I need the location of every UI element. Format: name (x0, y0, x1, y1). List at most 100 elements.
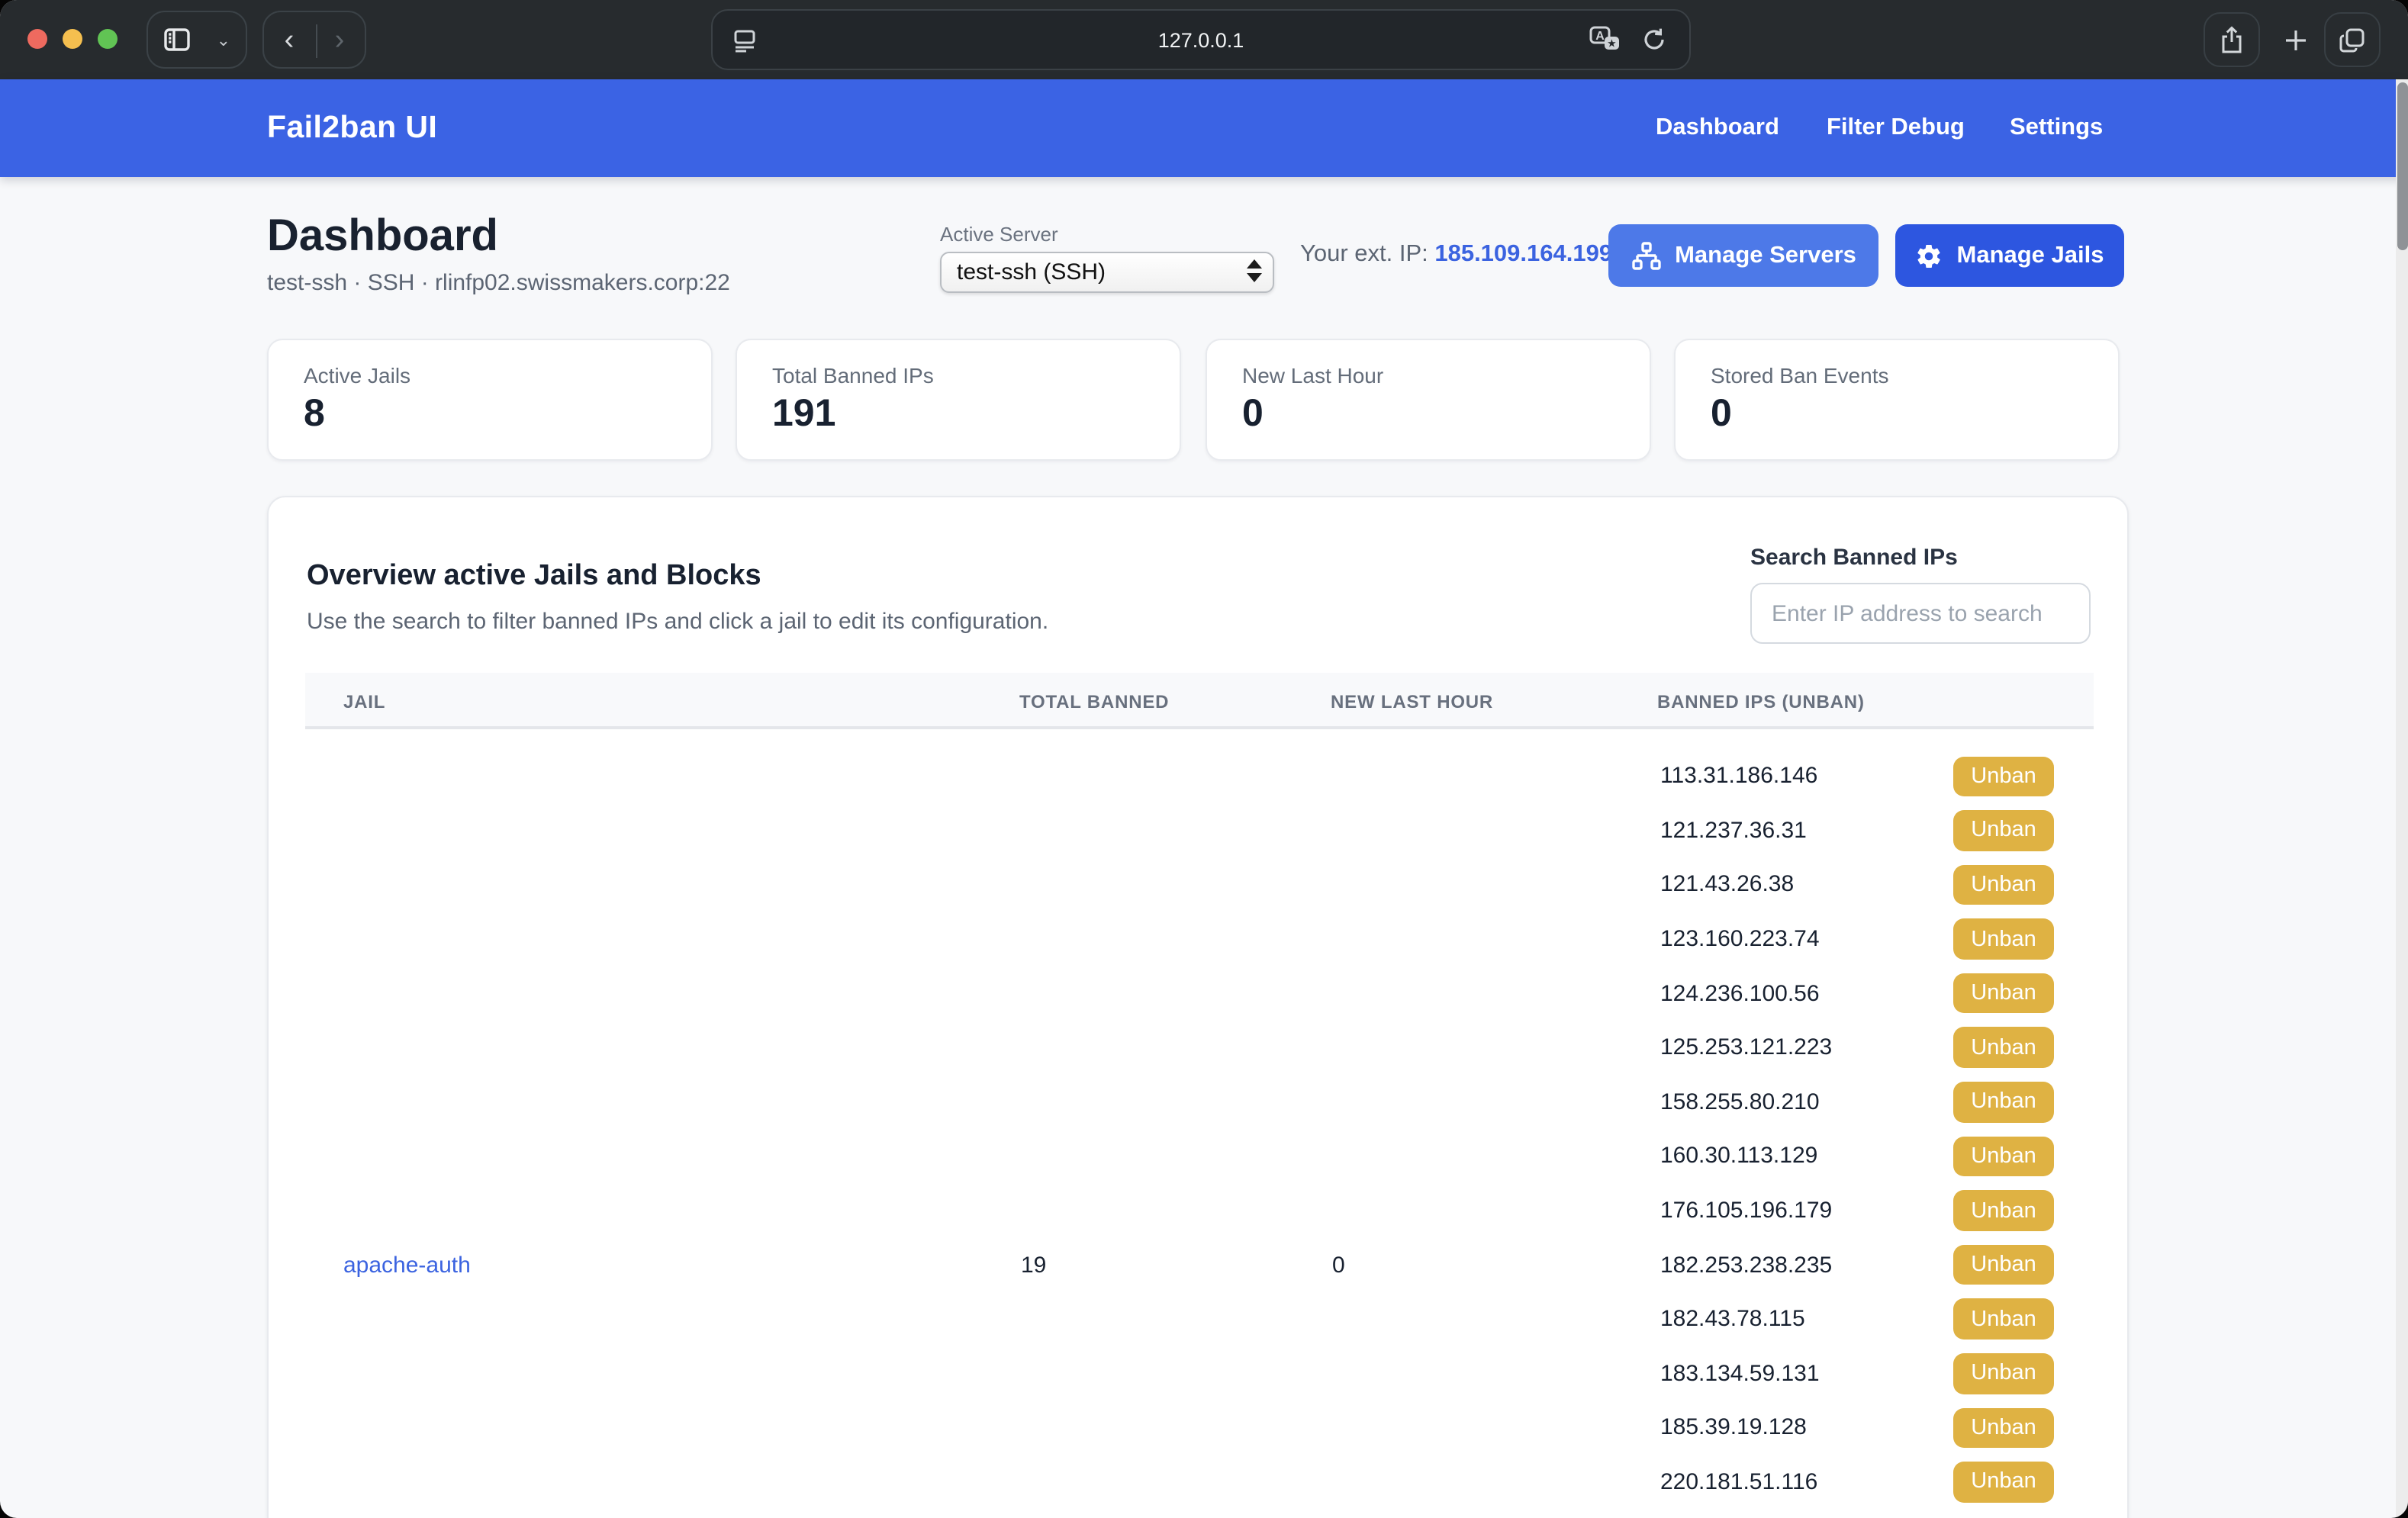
forward-button[interactable]: › (314, 25, 365, 54)
stat-card-total-banned: Total Banned IPs 191 (736, 339, 1181, 461)
tab-overview-button[interactable] (2324, 12, 2381, 67)
svg-text:★: ★ (1607, 37, 1617, 50)
unban-button[interactable]: Unban (1953, 1245, 2054, 1285)
banned-ip-row: 123.160.223.74 Unban (1660, 912, 2094, 966)
nav-link-dashboard[interactable]: Dashboard (1656, 79, 1779, 177)
unban-button[interactable]: Unban (1953, 756, 2054, 796)
search-banned-ips-input[interactable] (1750, 583, 2091, 644)
banned-ip-address: 160.30.113.129 (1660, 1143, 1817, 1169)
banned-ip-address: 182.43.78.115 (1660, 1306, 1805, 1332)
external-ip: Your ext. IP: 185.109.164.199 (1300, 241, 1612, 269)
banned-ip-row: 121.43.26.38 Unban (1660, 857, 2094, 912)
banned-ip-address: 125.253.121.223 (1660, 1035, 1832, 1061)
stat-value: 191 (772, 392, 835, 436)
column-header-new-last-hour: New Last Hour (1331, 673, 1493, 729)
banned-ip-address: 121.237.36.31 (1660, 818, 1807, 844)
share-button[interactable] (2204, 12, 2260, 67)
banned-ip-row: 182.253.238.235 Unban (1660, 1238, 2094, 1292)
translate-icon[interactable]: A ★ (1589, 24, 1622, 55)
table-row: apache-auth 19 0 113.31.186.146 Unban 12… (305, 729, 2094, 1518)
page-scrollbar-track[interactable] (2396, 79, 2408, 1518)
banned-ip-row: 176.105.196.179 Unban (1660, 1184, 2094, 1238)
stat-value: 8 (304, 392, 325, 436)
stat-card-new-last-hour: New Last Hour 0 (1206, 339, 1651, 461)
svg-text:A: A (1595, 30, 1605, 43)
column-header-banned-ips: Banned IPs (Unban) (1657, 673, 1865, 729)
jail-table-header: Jail Total Banned New Last Hour Banned I… (305, 673, 2094, 729)
zoom-window-button[interactable] (98, 29, 118, 49)
jail-new-last-hour: 0 (1332, 1253, 1345, 1278)
stat-label: Active Jails (304, 363, 410, 388)
sidebar-toggle-button[interactable]: ⌄ (146, 11, 247, 69)
unban-button[interactable]: Unban (1953, 1082, 2054, 1122)
select-stepper-icon (1247, 259, 1262, 282)
banned-ip-address: 123.160.223.74 (1660, 926, 1820, 952)
unban-button[interactable]: Unban (1953, 810, 2054, 851)
unban-button[interactable]: Unban (1953, 1028, 2054, 1068)
banned-ip-row: 185.39.19.128 Unban (1660, 1401, 2094, 1455)
unban-button[interactable]: Unban (1953, 1353, 2054, 1394)
back-button[interactable]: ‹ (264, 25, 314, 54)
gear-icon (1916, 242, 1943, 269)
url-text: 127.0.0.1 (713, 11, 1689, 69)
unban-button[interactable]: Unban (1953, 919, 2054, 960)
app-brand[interactable]: Fail2ban UI (267, 79, 437, 177)
reload-icon[interactable] (1640, 26, 1668, 53)
banned-ip-address: 158.255.80.210 (1660, 1089, 1820, 1115)
stat-value: 0 (1711, 392, 1732, 436)
stat-label: New Last Hour (1242, 363, 1383, 388)
stat-card-active-jails: Active Jails 8 (267, 339, 713, 461)
jail-total-banned: 19 (1021, 1253, 1046, 1278)
page-scrollbar-thumb[interactable] (2397, 82, 2407, 250)
banned-ip-address: 182.253.238.235 (1660, 1252, 1832, 1278)
sitemap-icon (1631, 240, 1661, 271)
active-server-value: test-ssh (SSH) (957, 259, 1106, 285)
external-ip-value[interactable]: 185.109.164.199 (1434, 241, 1612, 267)
manage-servers-label: Manage Servers (1675, 242, 1856, 269)
banned-ip-address: 124.236.100.56 (1660, 980, 1820, 1006)
unban-button[interactable]: Unban (1953, 864, 2054, 905)
stat-label: Total Banned IPs (772, 363, 934, 388)
unban-button[interactable]: Unban (1953, 1407, 2054, 1448)
forward-icon: › (335, 25, 345, 54)
stat-card-stored-ban-events: Stored Ban Events 0 (1674, 339, 2120, 461)
address-bar[interactable]: 127.0.0.1 A ★ (711, 9, 1691, 70)
unban-button[interactable]: Unban (1953, 973, 2054, 1014)
search-banned-ips-label: Search Banned IPs (1750, 545, 1958, 571)
banned-ip-list: 113.31.186.146 Unban 121.237.36.31 Unban… (1660, 749, 2094, 1510)
banned-ip-row: 220.181.51.116 Unban (1660, 1455, 2094, 1509)
banned-ip-address: 113.31.186.146 (1660, 764, 1817, 790)
browser-chrome: ⌄ ‹ › 127.0.0.1 A ★ (0, 0, 2408, 79)
banned-ip-row: 113.31.186.146 Unban (1660, 749, 2094, 803)
chevron-down-icon: ⌄ (217, 30, 230, 50)
banned-ip-row: 182.43.78.115 Unban (1660, 1292, 2094, 1346)
banned-ip-address: 176.105.196.179 (1660, 1198, 1832, 1224)
nav-link-settings[interactable]: Settings (2010, 79, 2103, 177)
stat-value: 0 (1242, 392, 1264, 436)
column-header-total-banned: Total Banned (1019, 673, 1169, 729)
unban-button[interactable]: Unban (1953, 1136, 2054, 1176)
manage-jails-label: Manage Jails (1957, 242, 2104, 269)
banned-ip-address: 185.39.19.128 (1660, 1415, 1807, 1441)
manage-jails-button[interactable]: Manage Jails (1895, 224, 2124, 287)
page-subtitle: test-ssh · SSH · rlinfp02.swissmakers.co… (267, 270, 730, 296)
new-tab-button[interactable] (2268, 12, 2324, 67)
external-ip-label: Your ext. IP: (1300, 241, 1434, 267)
unban-button[interactable]: Unban (1953, 1191, 2054, 1231)
unban-button[interactable]: Unban (1953, 1462, 2054, 1502)
app-navbar: Fail2ban UI Dashboard Filter Debug Setti… (0, 79, 2408, 177)
minimize-window-button[interactable] (63, 29, 82, 49)
close-window-button[interactable] (27, 29, 47, 49)
banned-ip-row: 160.30.113.129 Unban (1660, 1129, 2094, 1183)
banned-ip-row: 158.255.80.210 Unban (1660, 1075, 2094, 1129)
nav-link-filter-debug[interactable]: Filter Debug (1827, 79, 1965, 177)
overview-card: Overview active Jails and Blocks Use the… (267, 496, 2129, 1518)
manage-servers-button[interactable]: Manage Servers (1608, 224, 1878, 287)
column-header-jail: Jail (343, 673, 385, 729)
stat-label: Stored Ban Events (1711, 363, 1889, 388)
unban-button[interactable]: Unban (1953, 1299, 2054, 1340)
jail-link[interactable]: apache-auth (343, 1253, 471, 1278)
page-title: Dashboard (267, 212, 498, 262)
banned-ip-address: 121.43.26.38 (1660, 872, 1794, 898)
active-server-select[interactable]: test-ssh (SSH) (940, 252, 1274, 293)
